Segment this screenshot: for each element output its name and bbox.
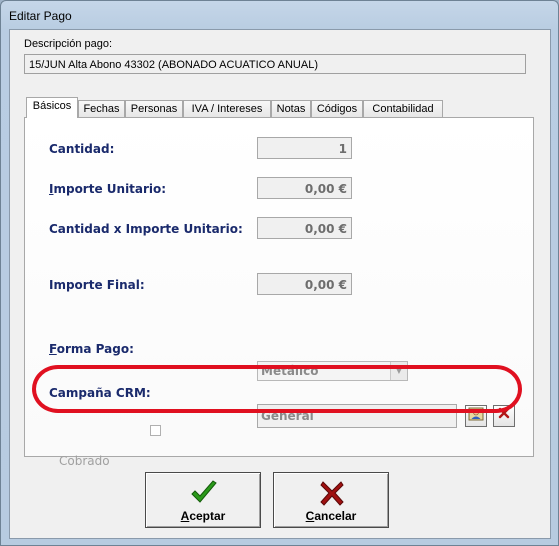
campana-crm-label: Campaña CRM: [49, 386, 151, 400]
forma-pago-value: Metálico [261, 364, 319, 378]
campana-crm-field[interactable]: General [257, 404, 457, 428]
forma-pago-label-text: orma Pago: [56, 342, 134, 356]
forma-pago-label: Forma Pago: [49, 342, 134, 356]
tab-notas[interactable]: Notas [271, 100, 311, 117]
forma-pago-select[interactable]: Metálico ▼ [257, 361, 408, 381]
importe-unitario-label-text: mporte Unitario: [53, 182, 167, 196]
description-label: Descripción pago: [24, 38, 113, 50]
window-title: Editar Pago [9, 9, 72, 23]
tab-personas[interactable]: Personas [125, 100, 183, 117]
tab-codigos[interactable]: Códigos [311, 100, 363, 117]
forma-pago-accesskey: F [49, 342, 57, 356]
clear-campaign-button[interactable] [493, 405, 515, 427]
description-field[interactable]: 15/JUN Alta Abono 43302 (ABONADO ACUATIC… [24, 54, 526, 74]
person-card-icon [468, 407, 484, 421]
tab-fechas[interactable]: Fechas [78, 100, 125, 117]
select-campaign-button[interactable] [465, 405, 487, 427]
accept-label: Aceptar [146, 509, 260, 523]
tab-iva-intereses[interactable]: IVA / Intereses [183, 100, 271, 117]
title-bar[interactable]: Editar Pago [1, 1, 558, 29]
accept-label-text: ceptar [189, 509, 226, 523]
importe-unitario-label: Importe Unitario: [49, 182, 166, 196]
edit-payment-window: Editar Pago Descripción pago: 15/JUN Alt… [0, 0, 559, 546]
basicos-panel: Cantidad: 1 Importe Unitario: 0,00 € Can… [24, 117, 534, 468]
importe-unitario-field[interactable]: 0,00 € [257, 177, 352, 199]
cantidad-x-importe-label: Cantidad x Importe Unitario: [49, 222, 243, 236]
close-icon [498, 407, 510, 419]
cancel-button[interactable]: Cancelar [273, 472, 389, 528]
cantidad-label: Cantidad: [49, 142, 115, 156]
cantidad-field[interactable]: 1 [257, 137, 352, 159]
importe-final-field[interactable]: 0,00 € [257, 273, 352, 295]
cancel-label-text: ancelar [314, 509, 357, 523]
cancel-accesskey: C [305, 509, 315, 523]
tab-basicos[interactable]: Básicos [26, 97, 78, 118]
cancel-label: Cancelar [274, 509, 388, 523]
accept-button[interactable]: Aceptar [145, 472, 261, 528]
checkmark-icon [191, 480, 217, 503]
cobrado-checkbox[interactable] [150, 425, 161, 436]
cobrado-label: Cobrado [59, 454, 110, 468]
cantidad-x-importe-field[interactable]: 0,00 € [257, 217, 352, 239]
accept-accesskey: A [180, 509, 190, 523]
tab-contabilidad[interactable]: Contabilidad [363, 100, 443, 117]
dialog-body: Descripción pago: 15/JUN Alta Abono 4330… [9, 29, 551, 539]
chevron-down-icon[interactable]: ▼ [390, 362, 407, 380]
cancel-x-icon [320, 481, 344, 506]
importe-final-label: Importe Final: [49, 278, 145, 292]
